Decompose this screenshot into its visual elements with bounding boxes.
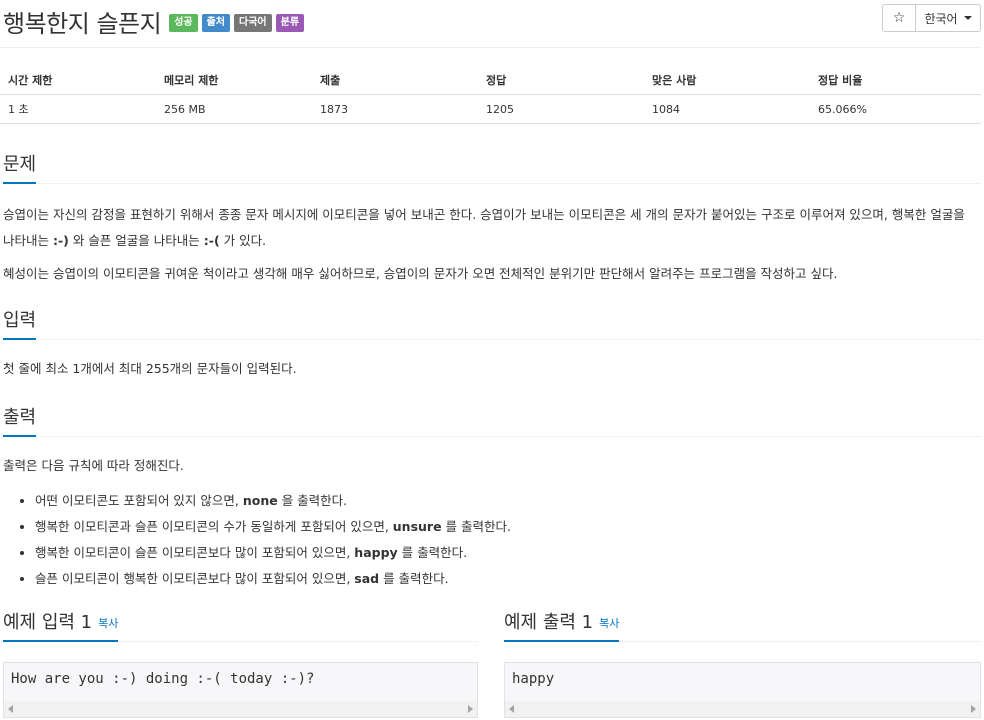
section-description-title: 문제 bbox=[3, 150, 37, 184]
caret-down-icon bbox=[963, 16, 972, 20]
list-item: 어떤 이모티콘도 포함되어 있지 않으면, none 을 출력한다. bbox=[35, 488, 511, 514]
value-submissions[interactable]: 1873 bbox=[312, 94, 478, 124]
sample-input-box[interactable]: How are you :-) doing :-( today :-)? bbox=[3, 662, 478, 718]
badge-group: 성공 출처 다국어 분류 bbox=[169, 14, 305, 32]
sample-output-box[interactable]: happy bbox=[504, 662, 981, 718]
badge-multilang[interactable]: 다국어 bbox=[234, 14, 272, 32]
output-description: 출력은 다음 규칙에 따라 정해진다. bbox=[3, 458, 184, 473]
horizontal-scrollbar[interactable] bbox=[4, 701, 477, 717]
sample-input-title: 예제 입력 1 복사 bbox=[3, 608, 119, 642]
copy-output-button[interactable]: 복사 bbox=[599, 617, 619, 630]
scroll-left-icon[interactable] bbox=[509, 705, 514, 713]
table-row: 1 초 256 MB 1873 1205 1084 65.066% bbox=[0, 94, 981, 124]
section-input-title: 입력 bbox=[3, 306, 37, 340]
table-header-row: 시간 제한 메모리 제한 제출 정답 맞은 사람 정답 비율 bbox=[0, 66, 981, 95]
sample-output-content: happy bbox=[512, 671, 555, 687]
badge-source[interactable]: 출처 bbox=[201, 14, 231, 32]
value-solved-users[interactable]: 1084 bbox=[644, 94, 810, 124]
description-paragraph-2: 혜성이는 승엽이의 이모티콘을 귀여운 척이라고 생각해 매우 싫어하므로, 승… bbox=[3, 266, 838, 281]
page-title: 행복한지 슬픈지 bbox=[3, 9, 162, 38]
scroll-left-icon[interactable] bbox=[8, 705, 13, 713]
header-time-limit: 시간 제한 bbox=[0, 66, 156, 95]
title-actions: ☆ 한국어 bbox=[882, 4, 981, 32]
happy-emoticon: :-) bbox=[52, 233, 69, 248]
value-ratio: 65.066% bbox=[810, 94, 981, 124]
copy-input-button[interactable]: 복사 bbox=[98, 617, 118, 630]
header-submissions: 제출 bbox=[312, 66, 478, 95]
language-label: 한국어 bbox=[924, 11, 958, 26]
sample-input-header: 예제 입력 1 복사 bbox=[3, 608, 478, 642]
input-description: 첫 줄에 최소 1개에서 최대 255개의 문자들이 입력된다. bbox=[3, 361, 297, 376]
header-accepted: 정답 bbox=[478, 66, 644, 95]
badge-success[interactable]: 성공 bbox=[169, 14, 198, 32]
sad-emoticon: :-( bbox=[203, 233, 220, 248]
sample-output-header: 예제 출력 1 복사 bbox=[504, 608, 981, 642]
description-text-b: 와 슬픈 얼굴을 나타내는 bbox=[68, 233, 204, 248]
sample-input-content: How are you :-) doing :-( today :-)? bbox=[11, 671, 315, 687]
output-rules-list: 어떤 이모티콘도 포함되어 있지 않으면, none 을 출력한다. 행복한 이… bbox=[3, 488, 511, 592]
section-description-header: 문제 bbox=[3, 150, 981, 184]
header-ratio: 정답 비율 bbox=[810, 66, 981, 95]
problem-info-table: 시간 제한 메모리 제한 제출 정답 맞은 사람 정답 비율 1 초 256 M… bbox=[0, 66, 981, 124]
section-output-title: 출력 bbox=[3, 403, 37, 437]
section-output-header: 출력 bbox=[3, 403, 981, 437]
title-divider bbox=[0, 47, 981, 48]
horizontal-scrollbar[interactable] bbox=[505, 701, 980, 717]
value-accepted[interactable]: 1205 bbox=[478, 94, 644, 124]
star-icon: ☆ bbox=[892, 10, 906, 26]
problem-title-bar: 행복한지 슬픈지 성공 출처 다국어 분류 bbox=[3, 6, 305, 38]
language-dropdown[interactable]: 한국어 bbox=[916, 4, 981, 32]
header-solved-users: 맞은 사람 bbox=[644, 66, 810, 95]
list-item: 행복한 이모티콘과 슬픈 이모티콘의 수가 동일하게 포함되어 있으면, uns… bbox=[35, 514, 511, 540]
value-memory-limit: 256 MB bbox=[156, 94, 312, 124]
description-text-c: 가 있다. bbox=[219, 233, 267, 248]
list-item: 행복한 이모티콘이 슬픈 이모티콘보다 많이 포함되어 있으면, happy 를… bbox=[35, 540, 511, 566]
list-item: 슬픈 이모티콘이 행복한 이모티콘보다 많이 포함되어 있으면, sad 를 출… bbox=[35, 566, 511, 592]
sample-output-title: 예제 출력 1 복사 bbox=[504, 608, 620, 642]
badge-category[interactable]: 분류 bbox=[275, 14, 305, 32]
scroll-right-icon[interactable] bbox=[971, 705, 976, 713]
description-paragraph-1: 승엽이는 자신의 감정을 표현하기 위해서 종종 문자 메시지에 이모티콘을 넣… bbox=[3, 202, 976, 254]
star-button[interactable]: ☆ bbox=[882, 4, 916, 32]
section-input-header: 입력 bbox=[3, 306, 981, 340]
scroll-right-icon[interactable] bbox=[468, 705, 473, 713]
header-memory-limit: 메모리 제한 bbox=[156, 66, 312, 95]
value-time-limit: 1 초 bbox=[0, 94, 156, 124]
